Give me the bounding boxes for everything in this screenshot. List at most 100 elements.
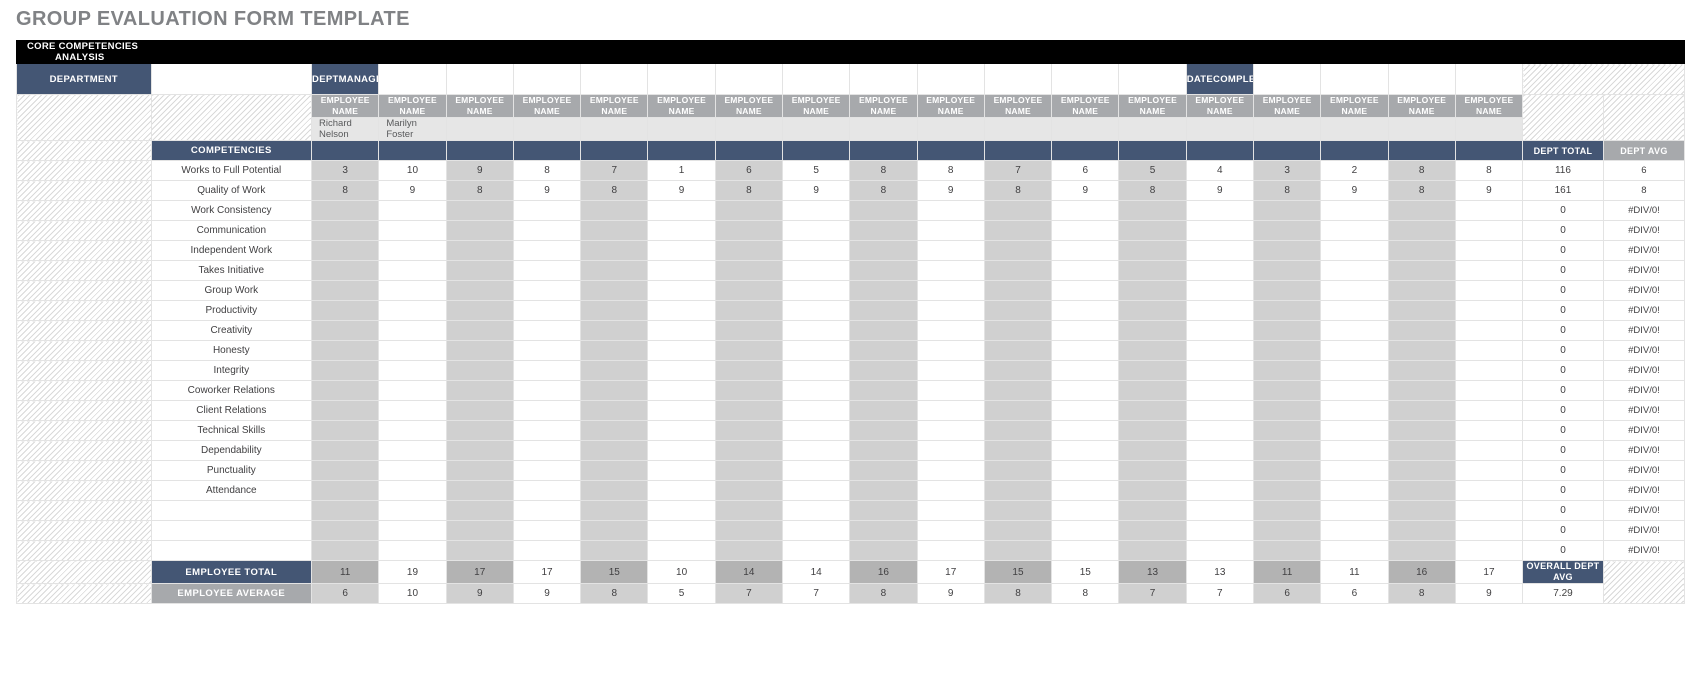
- score-cell[interactable]: [1051, 440, 1120, 461]
- score-cell[interactable]: [1118, 460, 1187, 481]
- field-blank-cell[interactable]: [714, 63, 784, 95]
- score-cell[interactable]: [1118, 480, 1187, 501]
- score-cell[interactable]: [1252, 480, 1322, 501]
- score-cell[interactable]: [378, 220, 447, 241]
- score-cell[interactable]: [1387, 340, 1456, 361]
- employee-name-input[interactable]: [1051, 117, 1120, 141]
- score-cell[interactable]: [378, 400, 447, 421]
- score-cell[interactable]: [1454, 380, 1524, 401]
- score-cell[interactable]: 9: [1185, 180, 1254, 201]
- score-cell[interactable]: 8: [849, 160, 918, 181]
- score-cell[interactable]: [849, 240, 918, 261]
- score-cell[interactable]: [1387, 320, 1456, 341]
- score-cell[interactable]: [983, 460, 1053, 481]
- score-cell[interactable]: [1454, 460, 1524, 481]
- field-blank-cell[interactable]: [1454, 63, 1524, 95]
- score-cell[interactable]: 8: [1252, 180, 1322, 201]
- score-cell[interactable]: [311, 240, 380, 261]
- score-cell[interactable]: [647, 400, 716, 421]
- score-cell[interactable]: [1387, 200, 1456, 221]
- employee-name-input[interactable]: [445, 117, 514, 141]
- score-cell[interactable]: [1387, 460, 1456, 481]
- employee-name-input[interactable]: [1185, 117, 1254, 141]
- score-cell[interactable]: [983, 420, 1053, 441]
- score-cell[interactable]: [1252, 380, 1322, 401]
- score-cell[interactable]: [849, 360, 918, 381]
- score-cell[interactable]: [781, 460, 851, 481]
- field-blank-cell[interactable]: [781, 63, 851, 95]
- score-cell[interactable]: [1051, 420, 1120, 441]
- field-blank-cell[interactable]: [445, 63, 514, 95]
- score-cell[interactable]: [849, 520, 918, 541]
- score-cell[interactable]: [512, 200, 582, 221]
- score-cell[interactable]: [580, 420, 649, 441]
- field-blank-cell[interactable]: [378, 63, 447, 95]
- score-cell[interactable]: [983, 520, 1053, 541]
- score-cell[interactable]: [1051, 540, 1120, 561]
- score-cell[interactable]: [916, 240, 985, 261]
- score-cell[interactable]: [1320, 340, 1389, 361]
- score-cell[interactable]: [983, 300, 1053, 321]
- score-cell[interactable]: [781, 420, 851, 441]
- score-cell[interactable]: [378, 500, 447, 521]
- score-cell[interactable]: [1185, 400, 1254, 421]
- score-cell[interactable]: 9: [378, 180, 447, 201]
- score-cell[interactable]: [378, 240, 447, 261]
- score-cell[interactable]: 8: [311, 180, 380, 201]
- score-cell[interactable]: [311, 540, 380, 561]
- score-cell[interactable]: [647, 440, 716, 461]
- field-blank-cell[interactable]: [849, 63, 918, 95]
- field-blank-cell[interactable]: [1051, 63, 1120, 95]
- score-cell[interactable]: [512, 360, 582, 381]
- score-cell[interactable]: [1118, 200, 1187, 221]
- score-cell[interactable]: [1454, 260, 1524, 281]
- score-cell[interactable]: [1252, 440, 1322, 461]
- score-cell[interactable]: [512, 380, 582, 401]
- score-cell[interactable]: [1118, 300, 1187, 321]
- score-cell[interactable]: [781, 540, 851, 561]
- score-cell[interactable]: [1051, 380, 1120, 401]
- score-cell[interactable]: [1454, 360, 1524, 381]
- score-cell[interactable]: [781, 240, 851, 261]
- score-cell[interactable]: [647, 540, 716, 561]
- score-cell[interactable]: [512, 500, 582, 521]
- score-cell[interactable]: [512, 240, 582, 261]
- score-cell[interactable]: 9: [1051, 180, 1120, 201]
- score-cell[interactable]: [445, 320, 514, 341]
- score-cell[interactable]: [1118, 320, 1187, 341]
- score-cell[interactable]: [1118, 220, 1187, 241]
- score-cell[interactable]: 8: [512, 160, 582, 181]
- score-cell[interactable]: [1387, 280, 1456, 301]
- score-cell[interactable]: [1454, 340, 1524, 361]
- score-cell[interactable]: [1051, 500, 1120, 521]
- score-cell[interactable]: [916, 460, 985, 481]
- score-cell[interactable]: [512, 400, 582, 421]
- score-cell[interactable]: [983, 400, 1053, 421]
- score-cell[interactable]: 3: [311, 160, 380, 181]
- score-cell[interactable]: [445, 460, 514, 481]
- score-cell[interactable]: [445, 540, 514, 561]
- score-cell[interactable]: [378, 540, 447, 561]
- score-cell[interactable]: [1320, 200, 1389, 221]
- score-cell[interactable]: [849, 200, 918, 221]
- score-cell[interactable]: [647, 340, 716, 361]
- score-cell[interactable]: [1454, 420, 1524, 441]
- score-cell[interactable]: [916, 300, 985, 321]
- score-cell[interactable]: [1387, 440, 1456, 461]
- score-cell[interactable]: [1118, 520, 1187, 541]
- score-cell[interactable]: [1051, 240, 1120, 261]
- score-cell[interactable]: [311, 420, 380, 441]
- score-cell[interactable]: 8: [1387, 160, 1456, 181]
- score-cell[interactable]: [714, 340, 784, 361]
- score-cell[interactable]: [916, 400, 985, 421]
- score-cell[interactable]: [1454, 300, 1524, 321]
- score-cell[interactable]: [512, 260, 582, 281]
- score-cell[interactable]: 8: [849, 180, 918, 201]
- score-cell[interactable]: [1320, 220, 1389, 241]
- employee-name-input[interactable]: Marilyn Foster: [378, 117, 447, 141]
- score-cell[interactable]: [378, 300, 447, 321]
- score-cell[interactable]: [1185, 380, 1254, 401]
- score-cell[interactable]: [378, 520, 447, 541]
- score-cell[interactable]: [714, 520, 784, 541]
- score-cell[interactable]: [983, 440, 1053, 461]
